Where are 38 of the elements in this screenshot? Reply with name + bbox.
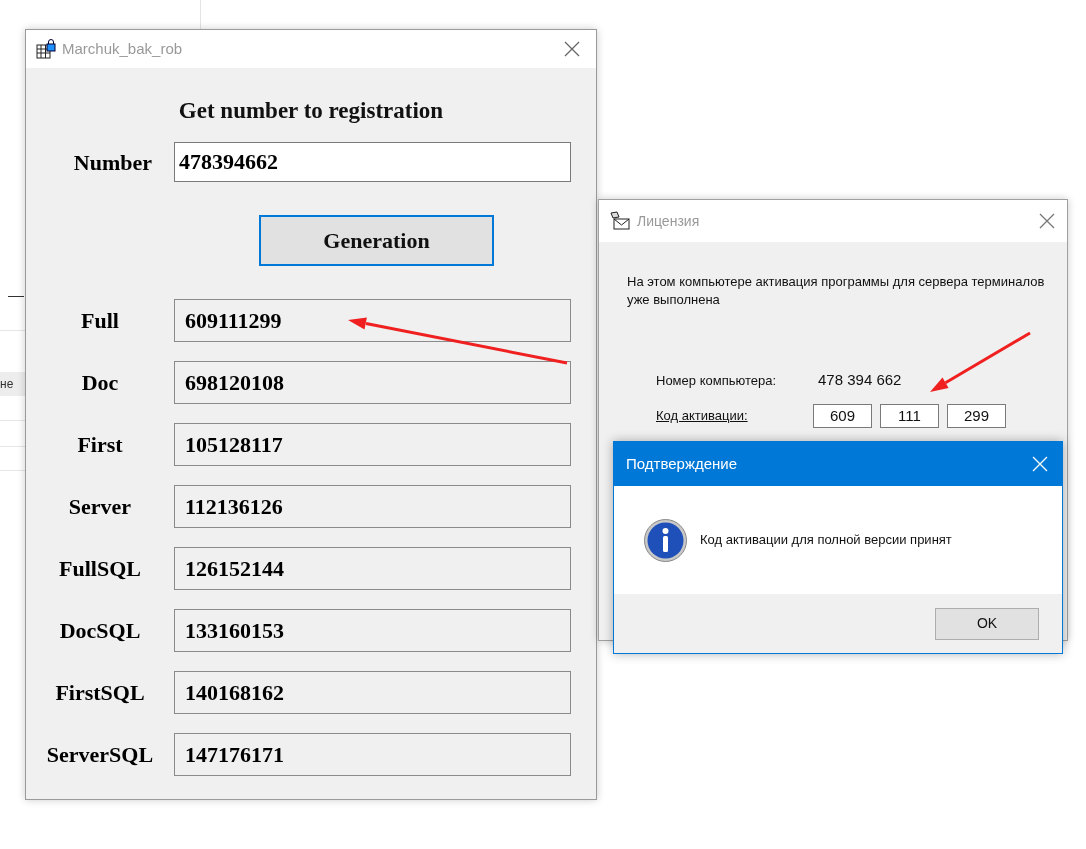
computer-number-label: Номер компьютера: [656, 371, 777, 390]
code-label: Full [80, 307, 120, 335]
code-field[interactable]: 140168162 [174, 671, 571, 714]
code-field[interactable]: 126152144 [174, 547, 571, 590]
field-label: Number [72, 148, 152, 177]
computer-number-value: 478 394 662 [818, 370, 902, 390]
code-label: FullSQL [58, 555, 142, 583]
code-field[interactable]: 133160153 [174, 609, 571, 652]
info-icon [643, 517, 688, 563]
generate-button[interactable]: Generation [259, 215, 494, 266]
close-icon[interactable] [564, 41, 580, 57]
activation-code-field[interactable]: 111 [880, 403, 939, 428]
background-text: не [0, 372, 25, 396]
code-label: Server [67, 493, 133, 521]
activation-code-label[interactable]: Код активации: [656, 405, 813, 426]
window-title: Лицензия [637, 211, 700, 231]
dialog-message: Код активации для полной версии принят [700, 531, 952, 550]
activation-code-field[interactable]: 299 [947, 403, 1006, 428]
code-label: FirstSQL [54, 679, 146, 707]
code-field[interactable]: 609111299 [174, 299, 571, 342]
code-field[interactable]: 112136126 [174, 485, 571, 528]
code-label: ServerSQL [45, 741, 155, 769]
ok-button[interactable]: OK [935, 607, 1039, 640]
code-label: First [76, 431, 124, 459]
number-field[interactable]: 478394662 [174, 142, 571, 182]
code-label: DocSQL [58, 617, 142, 645]
window-title: Marchuk_bak_rob [62, 38, 183, 59]
code-field[interactable]: 105128117 [174, 423, 571, 466]
code-field[interactable]: 147176171 [174, 733, 571, 776]
activation-code-field[interactable]: 609 [813, 403, 872, 428]
message-text: На этом компьютере активация программы для сервера терминалов уже выполнена [627, 273, 1046, 309]
dialog-title: Подтверждение [626, 453, 738, 474]
heading: Get number to registration [178, 97, 444, 125]
code-label: Doc [80, 369, 120, 397]
close-icon[interactable] [1039, 213, 1055, 229]
code-field[interactable]: 698120108 [174, 361, 571, 404]
envelope-icon [609, 211, 631, 231]
grid-lock-icon [36, 39, 56, 59]
